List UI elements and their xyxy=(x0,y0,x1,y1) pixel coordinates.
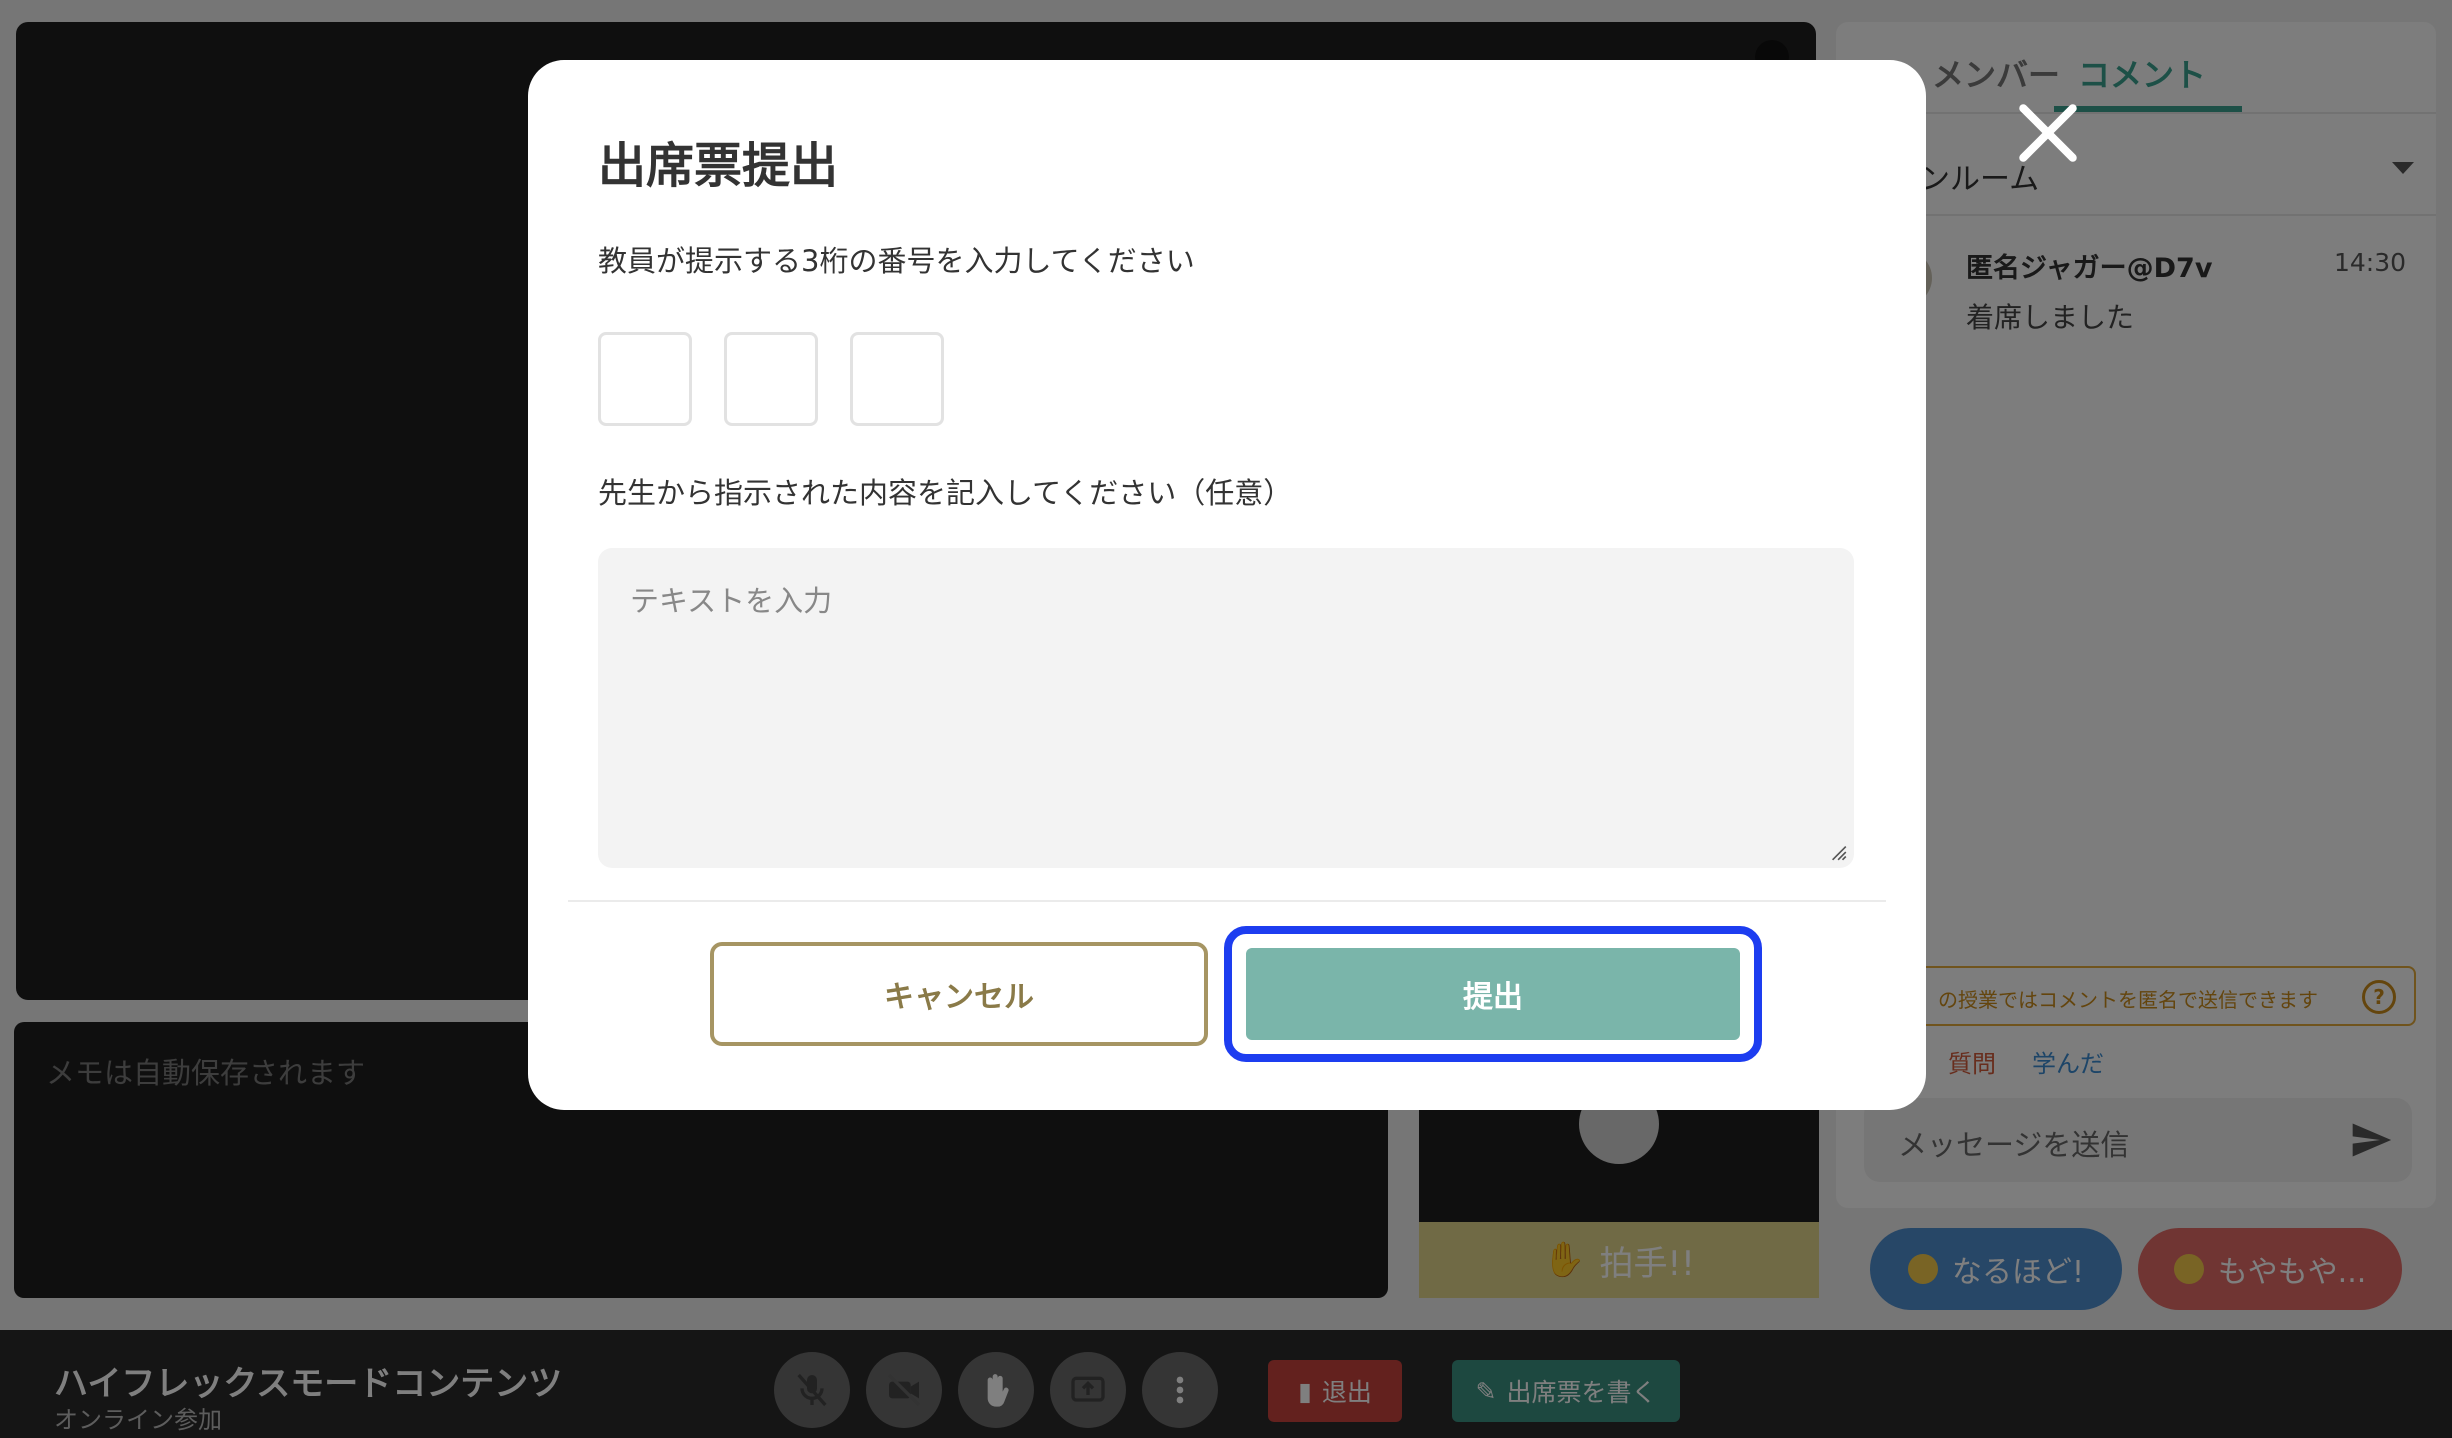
text-instruction: 先生から指示された内容を記入してください（任意） xyxy=(598,476,1293,510)
code-digit-1[interactable] xyxy=(598,332,692,426)
divider xyxy=(568,900,1886,902)
cancel-button[interactable]: キャンセル xyxy=(710,942,1208,1046)
attendance-textarea[interactable]: テキストを入力 xyxy=(598,548,1854,868)
close-icon[interactable] xyxy=(2014,100,2080,166)
resize-handle-icon[interactable] xyxy=(1826,840,1848,862)
code-digit-3[interactable] xyxy=(850,332,944,426)
textarea-placeholder: テキストを入力 xyxy=(630,584,833,618)
attendance-dialog: 出席票提出 教員が提示する3桁の番号を入力してください 先生から指示された内容を… xyxy=(528,60,1926,1110)
code-instruction: 教員が提示する3桁の番号を入力してください xyxy=(598,244,1195,278)
submit-focus-ring: 提出 xyxy=(1224,926,1762,1062)
submit-button[interactable]: 提出 xyxy=(1246,948,1740,1040)
dialog-title: 出席票提出 xyxy=(598,138,839,194)
code-digit-2[interactable] xyxy=(724,332,818,426)
